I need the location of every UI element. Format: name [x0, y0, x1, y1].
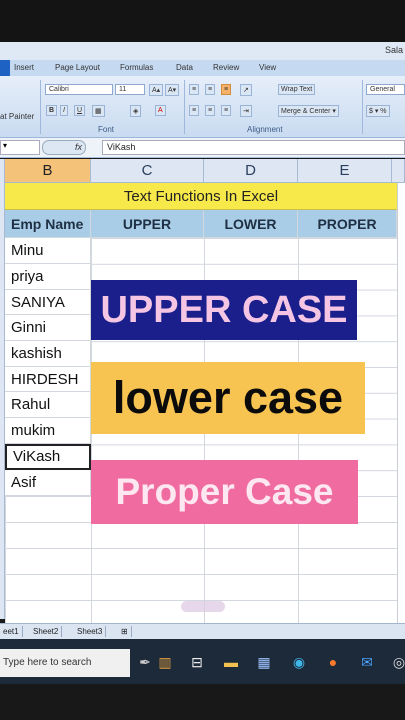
grow-font-icon[interactable]: A▴	[149, 84, 164, 96]
alignment-group-label: Alignment	[247, 125, 283, 134]
bold-icon[interactable]: B	[46, 105, 58, 116]
chrome-icon[interactable]: ◎	[388, 651, 405, 673]
store-icon[interactable]: ▦	[253, 651, 275, 673]
tab-data[interactable]: Data	[176, 63, 193, 72]
indent-icon[interactable]: ⇥	[240, 105, 252, 117]
group-separator	[40, 80, 41, 134]
name-cell[interactable]: kashish	[5, 341, 91, 367]
sheet-tab-2[interactable]: Sheet2	[30, 626, 63, 637]
tab-home[interactable]	[0, 60, 10, 76]
name-box[interactable]: ▾	[0, 140, 40, 155]
merge-center-button[interactable]: Merge & Center ▾	[278, 105, 339, 117]
wrap-text-button[interactable]: Wrap Text	[278, 84, 316, 95]
align-top-icon[interactable]: ≡	[189, 84, 200, 95]
task-view-icon[interactable]: ⊟	[186, 651, 208, 673]
wrap-text-label: Wrap Text	[281, 86, 313, 93]
group-separator	[362, 80, 363, 134]
firefox-icon[interactable]: ●	[322, 651, 344, 673]
proper-case-banner: Proper Case	[91, 460, 358, 524]
name-cell[interactable]: Asif	[5, 470, 91, 496]
tab-view[interactable]: View	[259, 63, 276, 72]
insert-function-button[interactable]: fx	[42, 140, 86, 155]
align-bottom-icon[interactable]: ≡	[221, 84, 232, 95]
name-cell[interactable]: Minu	[5, 238, 91, 264]
format-painter-button[interactable]: at Painter	[0, 112, 34, 121]
tab-insert[interactable]: Insert	[14, 63, 34, 72]
taskbar: Type here to search ✒ ▥ ⊟ ▬ ▦ ◉ ● ✉ ◎	[0, 639, 405, 684]
align-middle-icon[interactable]: ≡	[205, 84, 216, 95]
ribbon: at Painter Calibri 11 A▴ A▾ B I U ▦ ◈ A …	[0, 76, 405, 138]
edge-icon[interactable]: ◉	[288, 651, 310, 673]
mail-icon[interactable]: ✉	[356, 651, 378, 673]
header-emp-name[interactable]: Emp Name	[5, 210, 91, 238]
borders-icon[interactable]: ▦	[92, 105, 105, 117]
video-watermark	[181, 601, 225, 612]
library-icon[interactable]: ▥	[154, 651, 176, 673]
formula-input[interactable]: ViKash	[102, 140, 405, 155]
sheet-tabs: eet1 Sheet2 Sheet3 ⊞	[0, 623, 405, 639]
ribbon-tabs: Insert Page Layout Formulas Data Review …	[0, 60, 405, 76]
sheet-tab-1[interactable]: eet1	[0, 626, 23, 637]
name-cell[interactable]: mukim	[5, 418, 91, 444]
upper-case-banner: UPPER CASE	[91, 280, 357, 340]
title-bar: Sala	[0, 42, 405, 60]
column-header-e[interactable]: E	[298, 159, 392, 183]
column-header-d[interactable]: D	[204, 159, 298, 183]
currency-icon[interactable]: $ ▾ %	[366, 105, 390, 117]
name-cell[interactable]: Ginni	[5, 315, 91, 341]
tab-page-layout[interactable]: Page Layout	[55, 63, 100, 72]
window-title: Sala	[384, 45, 403, 55]
formula-bar: ▾ fx ViKash	[0, 138, 405, 158]
header-upper[interactable]: UPPER	[91, 210, 204, 238]
tab-formulas[interactable]: Formulas	[120, 63, 153, 72]
quill-icon[interactable]: ✒	[134, 651, 156, 673]
lower-case-banner: lower case	[91, 362, 365, 434]
align-center-icon[interactable]: ≡	[205, 105, 216, 116]
selected-name-cell[interactable]: ViKash	[5, 444, 91, 470]
fill-color-icon[interactable]: ◈	[130, 105, 142, 117]
taskbar-search-input[interactable]: Type here to search	[0, 649, 130, 677]
file-explorer-icon[interactable]: ▬	[220, 651, 242, 673]
underline-icon[interactable]: U	[74, 105, 86, 116]
shrink-font-icon[interactable]: A▾	[165, 84, 180, 96]
sheet-title[interactable]: Text Functions In Excel	[5, 183, 397, 210]
merge-center-label: Merge & Center	[281, 108, 331, 115]
name-cell[interactable]: HIRDESH	[5, 367, 91, 392]
column-header-b[interactable]: B	[5, 159, 91, 183]
number-format-select[interactable]: General	[366, 84, 405, 95]
sheet-tab-3[interactable]: Sheet3	[74, 626, 107, 637]
font-group-label: Font	[98, 125, 115, 134]
column-gridlines	[397, 183, 398, 623]
group-separator	[184, 80, 185, 134]
column-header-f[interactable]	[392, 159, 405, 183]
font-color-icon[interactable]: A	[155, 105, 166, 116]
header-lower[interactable]: LOWER	[204, 210, 298, 238]
header-proper[interactable]: PROPER	[298, 210, 397, 238]
italic-icon[interactable]: I	[60, 105, 68, 116]
monitor-bezel-bottom	[0, 684, 405, 720]
name-cell[interactable]: SANIYA	[5, 290, 91, 315]
font-name-select[interactable]: Calibri	[45, 84, 113, 95]
name-cell[interactable]: priya	[5, 264, 91, 290]
font-size-select[interactable]: 11	[115, 84, 145, 95]
align-left-icon[interactable]: ≡	[189, 105, 200, 116]
name-cell[interactable]: Rahul	[5, 392, 91, 418]
column-header-c[interactable]: C	[91, 159, 204, 183]
align-right-icon[interactable]: ≡	[221, 105, 232, 116]
orientation-icon[interactable]: ↗	[240, 84, 252, 96]
monitor-bezel-top	[0, 0, 405, 42]
tab-review[interactable]: Review	[213, 63, 239, 72]
new-sheet-icon[interactable]: ⊞	[118, 626, 132, 637]
